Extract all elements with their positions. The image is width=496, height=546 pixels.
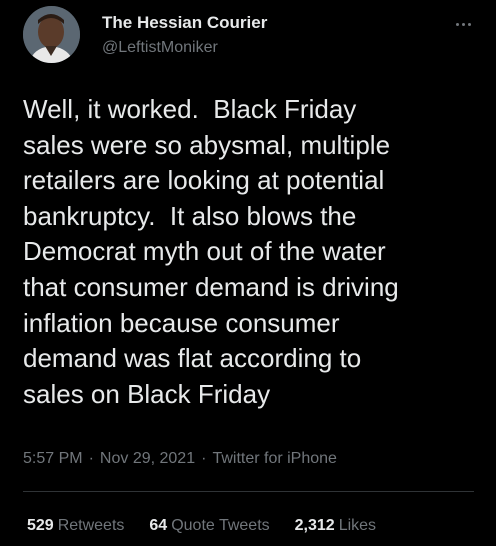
likes-label: Likes bbox=[338, 517, 377, 534]
author-name[interactable]: The Hessian Courier bbox=[102, 13, 267, 33]
quote-tweets-stat[interactable]: 64 Quote Tweets bbox=[149, 517, 269, 535]
tweet-time[interactable]: 5:57 PM bbox=[23, 450, 83, 467]
author-handle[interactable]: @LeftistMoniker bbox=[102, 39, 218, 57]
retweets-label: Retweets bbox=[57, 517, 125, 534]
tweet-source[interactable]: Twitter for iPhone bbox=[212, 450, 337, 467]
avatar[interactable] bbox=[23, 6, 80, 63]
more-horizontal-icon bbox=[467, 22, 471, 26]
tweet: The Hessian Courier @LeftistMoniker Well… bbox=[0, 0, 496, 546]
more-horizontal-icon bbox=[461, 22, 465, 26]
more-horizontal-icon bbox=[455, 22, 459, 26]
retweets-count: 529 bbox=[27, 517, 54, 534]
likes-stat[interactable]: 2,312 Likes bbox=[295, 517, 376, 535]
separator: · bbox=[201, 450, 207, 467]
profile-photo-icon bbox=[23, 6, 80, 63]
quote-tweets-label: Quote Tweets bbox=[171, 517, 270, 534]
tweet-stats: 529 Retweets 64 Quote Tweets 2,312 Likes bbox=[27, 517, 401, 535]
divider bbox=[23, 491, 474, 492]
tweet-text: Well, it worked. Black Friday sales were… bbox=[23, 94, 399, 409]
retweets-stat[interactable]: 529 Retweets bbox=[27, 517, 124, 535]
tweet-date[interactable]: Nov 29, 2021 bbox=[100, 450, 195, 467]
more-options-button[interactable] bbox=[450, 14, 476, 34]
quote-tweets-count: 64 bbox=[149, 517, 168, 534]
likes-count: 2,312 bbox=[294, 517, 335, 534]
tweet-metadata: 5:57 PM · Nov 29, 2021 · Twitter for iPhone bbox=[23, 450, 337, 468]
separator: · bbox=[88, 450, 94, 467]
